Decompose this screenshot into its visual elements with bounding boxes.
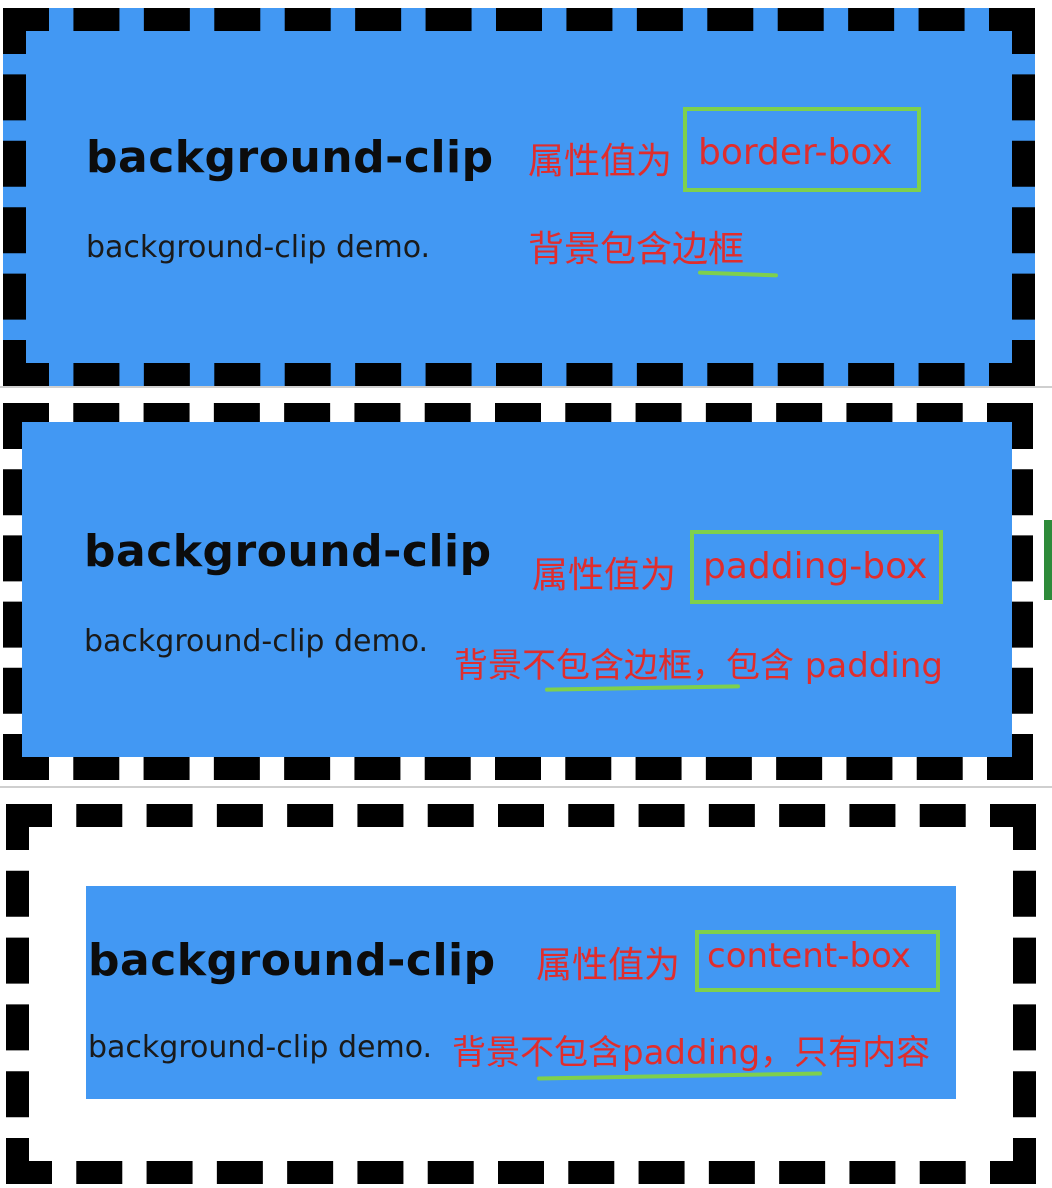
demo-subtext: background-clip demo. bbox=[86, 230, 431, 265]
dashed-border bbox=[3, 8, 1035, 386]
value-text: border-box bbox=[698, 132, 893, 173]
demo-subtext: background-clip demo. bbox=[88, 1030, 433, 1065]
description-text: 背景包含边框 bbox=[528, 229, 745, 270]
demo-heading: background-clip bbox=[84, 526, 492, 577]
demo-heading: background-clip bbox=[88, 935, 496, 986]
divider bbox=[0, 786, 1052, 788]
demo-subtext: background-clip demo. bbox=[84, 624, 429, 659]
window-edge bbox=[1044, 520, 1052, 600]
value-prefix: 属性值为 bbox=[528, 141, 673, 182]
panel-border-box: background-clip background-clip demo. 属性… bbox=[0, 0, 1052, 388]
value-text: content-box bbox=[707, 936, 911, 976]
panel-padding-box: background-clip background-clip demo. 属性… bbox=[0, 390, 1052, 786]
value-prefix: 属性值为 bbox=[532, 555, 677, 596]
panel-content-box: background-clip background-clip demo. 属性… bbox=[0, 790, 1052, 1188]
value-text: padding-box bbox=[703, 546, 928, 587]
demo-heading: background-clip bbox=[86, 132, 494, 183]
divider bbox=[0, 386, 1052, 388]
value-prefix: 属性值为 bbox=[536, 945, 681, 986]
description-text: 背景不包含padding，只有内容 bbox=[452, 1033, 931, 1073]
description-text: 背景不包含边框，包含 padding bbox=[454, 646, 943, 686]
